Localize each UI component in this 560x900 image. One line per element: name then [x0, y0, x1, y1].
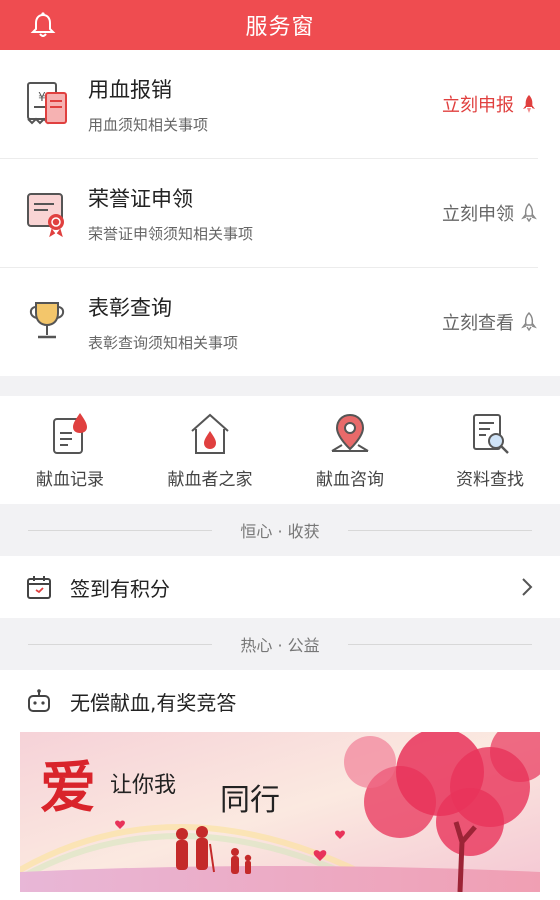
banner-text-together: 同行	[220, 783, 280, 818]
grid-label: 献血者之家	[167, 469, 253, 490]
divider-line	[28, 643, 213, 645]
grid-item-blood-record[interactable]: 献血记录	[0, 396, 140, 504]
checkin-row[interactable]: 签到有积分	[0, 556, 560, 618]
feature-grid: 献血记录 献血者之家 献血咨询 资料查找	[0, 396, 560, 504]
certificate-icon	[27, 193, 64, 238]
quiz-row[interactable]: 无偿献血,有奖竞答	[0, 670, 560, 732]
rocket-icon	[523, 95, 535, 113]
promo-banner[interactable]: 爱 让你我 同行	[20, 732, 540, 892]
blood-record-icon	[53, 412, 87, 454]
divider-line	[347, 643, 533, 645]
location-pin-icon	[331, 413, 369, 452]
service-subtitle: 表彰查询须知相关事项	[88, 333, 239, 352]
service-row-certificate[interactable]: 荣誉证申领 荣誉证申领须知相关事项 立刻申领	[0, 159, 538, 268]
divider-label: 恒心 · 收获	[240, 522, 320, 541]
blood-home-icon	[191, 413, 229, 454]
section-divider: 热心 · 公益	[0, 618, 560, 670]
action-label: 立刻申领	[442, 204, 514, 225]
chevron-right-icon	[522, 578, 533, 596]
service-title: 用血报销	[88, 77, 172, 102]
view-now-button[interactable]: 立刻查看	[442, 309, 538, 335]
service-subtitle: 用血须知相关事项	[88, 115, 209, 134]
grid-label: 献血记录	[36, 469, 104, 490]
service-subtitle: 荣誉证申领须知相关事项	[88, 224, 254, 243]
banner-text-let-us: 让你我	[110, 773, 176, 798]
apply-now-button[interactable]: 立刻申领	[442, 200, 538, 226]
quiz-label: 无偿献血,有奖竞答	[70, 690, 237, 715]
service-title: 表彰查询	[88, 295, 172, 320]
grid-item-data-search[interactable]: 资料查找	[420, 396, 560, 504]
divider-line	[347, 529, 533, 531]
action-label: 立刻查看	[442, 313, 514, 334]
grid-item-donor-home[interactable]: 献血者之家	[140, 396, 280, 504]
banner-text-love: 爱	[40, 755, 96, 821]
rocket-icon	[521, 203, 537, 223]
trophy-icon	[29, 302, 65, 339]
receipt-icon: ¥	[27, 82, 67, 125]
section-divider: 恒心 · 收获	[0, 504, 560, 556]
service-row-reimbursement[interactable]: ¥ 用血报销 用血须知相关事项 立刻申报	[0, 50, 538, 159]
document-search-icon	[473, 413, 509, 454]
svg-text:¥: ¥	[38, 90, 46, 104]
rocket-icon	[521, 312, 537, 332]
robot-icon	[28, 689, 50, 712]
service-title: 荣誉证申领	[88, 186, 193, 211]
banner-container: 爱 让你我 同行	[0, 732, 560, 900]
service-list: ¥ 用血报销 用血须知相关事项 立刻申报 荣誉证申领 荣誉证申领须知相关事项 立…	[0, 50, 560, 376]
checkin-label: 签到有积分	[70, 576, 170, 601]
grid-label: 资料查找	[456, 469, 524, 490]
app-header: 服务窗	[0, 0, 560, 50]
divider-line	[28, 529, 213, 531]
bell-icon[interactable]	[30, 11, 56, 39]
action-label: 立刻申报	[442, 95, 514, 116]
divider-label: 热心 · 公益	[240, 636, 320, 655]
calendar-icon	[27, 576, 51, 599]
report-now-button[interactable]: 立刻申报	[442, 91, 538, 117]
service-row-commendation[interactable]: 表彰查询 表彰查询须知相关事项 立刻查看	[0, 268, 538, 376]
page-title: 服务窗	[245, 15, 315, 40]
grid-item-blood-consult[interactable]: 献血咨询	[280, 396, 420, 504]
grid-label: 献血咨询	[316, 469, 384, 490]
